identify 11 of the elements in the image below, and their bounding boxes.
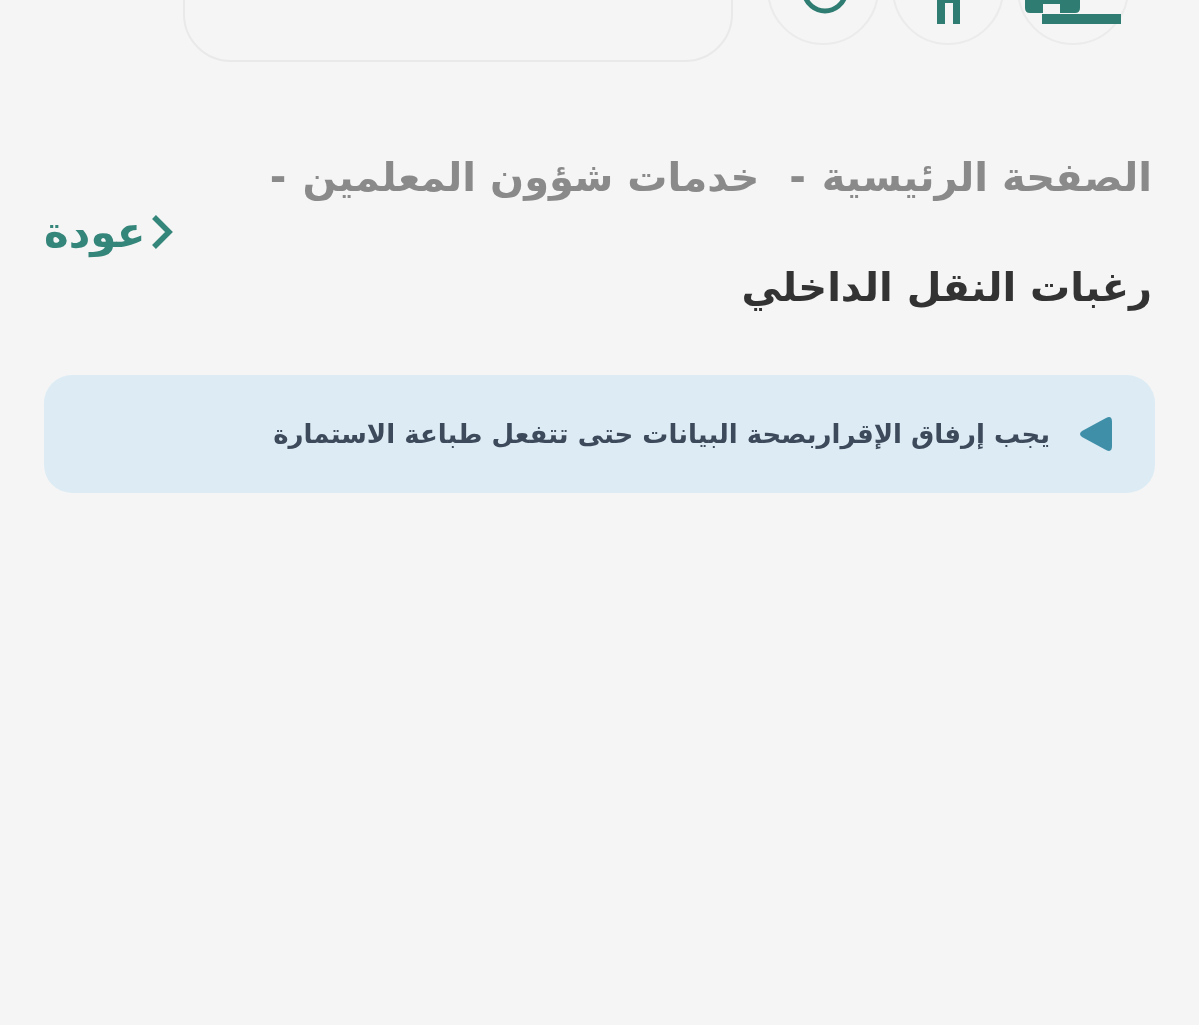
breadcrumb-separator: -	[789, 154, 806, 200]
chevron-right-icon	[151, 214, 174, 250]
back-link[interactable]: عودة	[44, 200, 174, 264]
breadcrumb-separator: -	[269, 154, 287, 200]
breadcrumb-link[interactable]: الصفحة الرئيسية	[821, 154, 1152, 200]
stack-icon	[1025, 0, 1121, 24]
alert-message: يجب إرفاق الإقراربصحة البيانات حتى تتفعل طباعة الاستمارة	[273, 417, 1050, 452]
pillar-icon	[937, 0, 960, 24]
triangle-icon	[1078, 416, 1112, 452]
breadcrumb-current: رغبات النقل الداخلي	[741, 264, 1152, 310]
breadcrumb-link[interactable]: خدمات شؤون المعلمين	[302, 154, 760, 200]
